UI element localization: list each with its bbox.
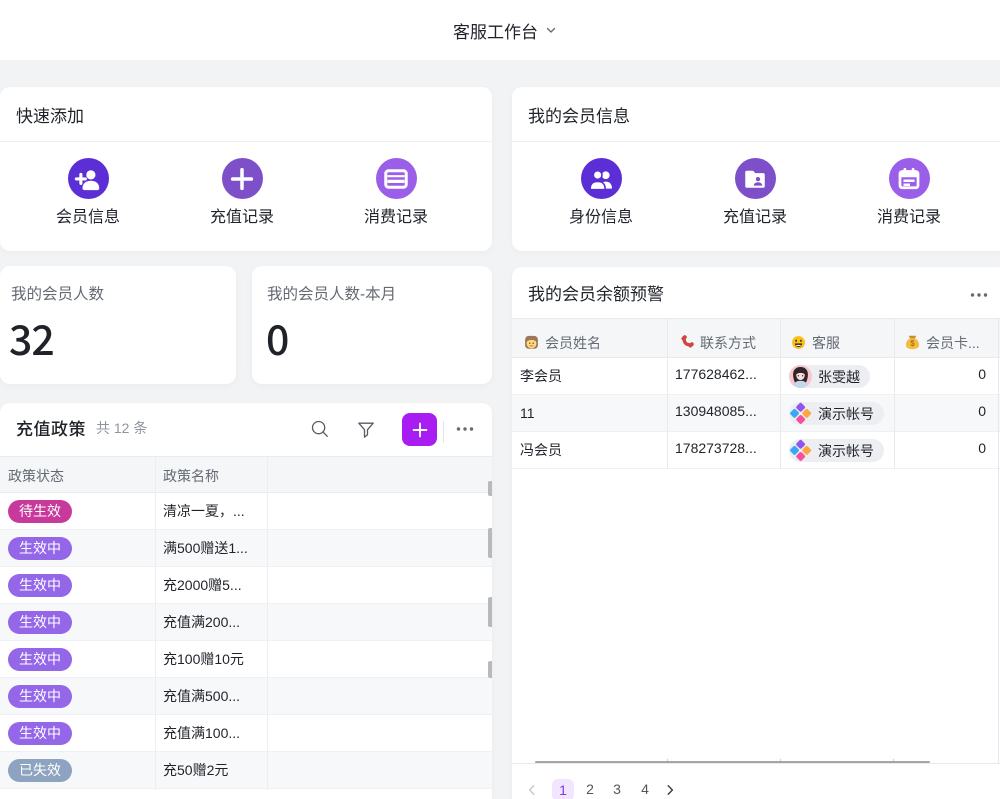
svg-text:$: $	[910, 339, 915, 348]
